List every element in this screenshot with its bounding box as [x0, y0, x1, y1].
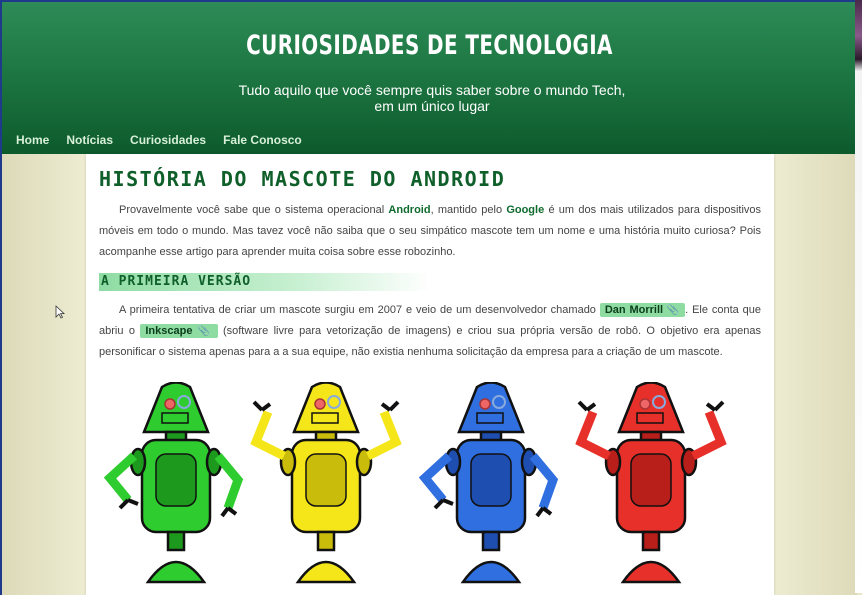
nav-noticias[interactable]: Notícias [66, 133, 113, 147]
site-tagline: Tudo aquilo que você sempre quis saber s… [238, 82, 626, 114]
nav-fale-conosco[interactable]: Fale Conosco [223, 133, 302, 147]
intro-text-2: , mantido pelo [430, 204, 507, 216]
tag-inkscape-label: Inkscape [145, 325, 193, 337]
intro-paragraph: Provavelmente você sabe que o sistema op… [99, 200, 761, 263]
intro-text-1: Provavelmente você sabe que o sistema op… [119, 204, 389, 216]
section-paragraph: A primeira tentativa de criar um mascote… [99, 300, 761, 363]
robot-red [575, 382, 727, 584]
pin-icon: 📎 [195, 326, 213, 337]
robot-blue [418, 382, 559, 584]
keyword-android: Android [388, 204, 431, 216]
nav-home[interactable]: Home [16, 133, 49, 147]
robot-mascots-image [103, 382, 727, 584]
site-header: CURIOSIDADES DE TECNOLOGIA Tudo aquilo q… [2, 2, 857, 154]
robot-yellow [250, 382, 402, 584]
tag-inkscape[interactable]: Inkscape 📎 [140, 324, 218, 338]
robot-green [103, 382, 244, 584]
pin-icon: 📎 [666, 305, 681, 316]
keyword-google: Google [506, 204, 545, 216]
section-heading: A PRIMEIRA VERSÃO [99, 273, 431, 291]
post-title: HISTÓRIA DO MASCOTE DO ANDROID [99, 167, 506, 191]
window-edge [855, 0, 862, 593]
main-nav: Home Notícias Curiosidades Fale Conosco [16, 133, 302, 147]
site-title[interactable]: CURIOSIDADES DE TECNOLOGIA [79, 30, 780, 61]
post-content: HISTÓRIA DO MASCOTE DO ANDROID Provavelm… [86, 154, 774, 595]
nav-curiosidades[interactable]: Curiosidades [130, 133, 206, 147]
tag-dan-morrill-label: Dan Morrill [604, 304, 664, 316]
tag-dan-morrill[interactable]: Dan Morrill 📎 [599, 303, 686, 317]
section-text-1: A primeira tentativa de criar um mascote… [119, 304, 600, 316]
mouse-cursor-icon [55, 305, 65, 319]
browser-viewport: CURIOSIDADES DE TECNOLOGIA Tudo aquilo q… [0, 0, 857, 595]
